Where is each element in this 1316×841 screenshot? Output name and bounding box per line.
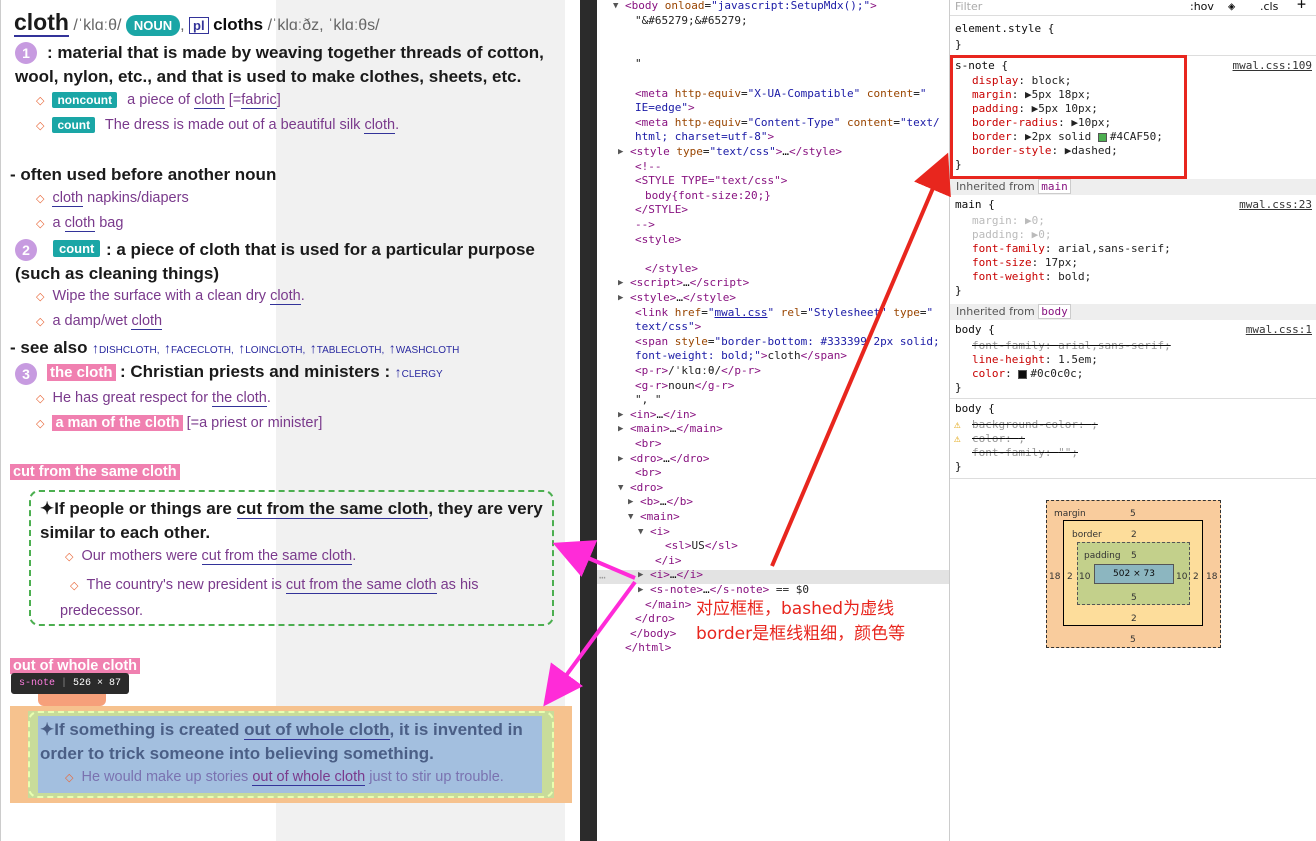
arrow-to-phrase2 <box>543 580 637 707</box>
arrow-to-phrase1 <box>552 540 636 580</box>
arrow-to-rule <box>770 152 951 567</box>
annotation-arrows <box>543 152 951 707</box>
